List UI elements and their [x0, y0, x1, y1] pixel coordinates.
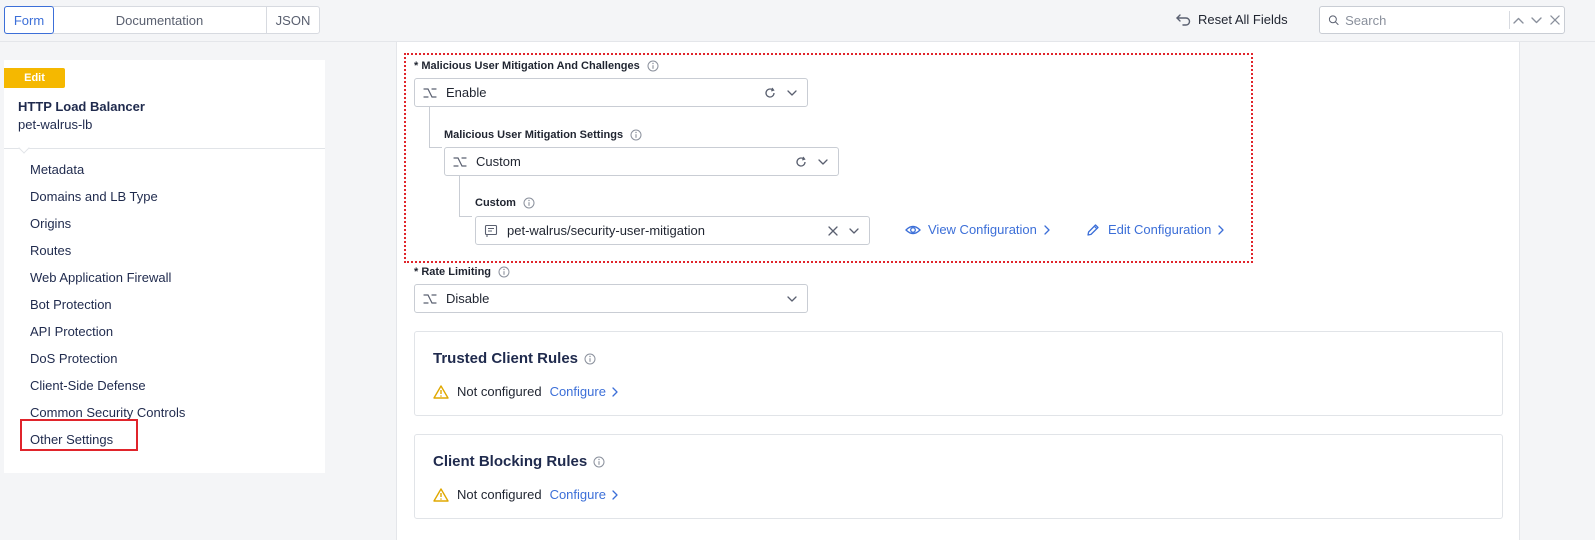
- search-input[interactable]: [1345, 12, 1506, 28]
- chevron-right-icon: [612, 489, 618, 500]
- configure-label: Configure: [549, 384, 606, 399]
- search-box: [1319, 6, 1565, 34]
- warning-icon: [433, 384, 449, 399]
- configure-label: Configure: [549, 487, 606, 502]
- sidebar-item-domains[interactable]: Domains and LB Type: [4, 183, 325, 210]
- eye-icon: [905, 225, 921, 234]
- card-status: Not configured Configure: [433, 487, 618, 502]
- tree-connector: [429, 147, 442, 148]
- reset-field-icon[interactable]: [795, 156, 807, 168]
- sidebar-divider-notch: [18, 142, 30, 154]
- info-icon[interactable]: [498, 266, 510, 278]
- object-type-title: HTTP Load Balancer: [18, 99, 145, 114]
- choice-icon: [453, 156, 467, 167]
- mitigation-select[interactable]: Enable: [414, 78, 808, 107]
- clear-icon[interactable]: [828, 225, 838, 236]
- card-title: Trusted Client Rules: [433, 350, 596, 367]
- reset-label: Reset All Fields: [1198, 12, 1288, 27]
- chevron-right-icon: [612, 386, 618, 397]
- card-title-text: Client Blocking Rules: [433, 453, 588, 470]
- chevron-down-icon: [818, 158, 828, 165]
- mitigation-label: * Malicious User Mitigation And Challeng…: [414, 60, 659, 72]
- rate-limiting-value: Disable: [446, 291, 490, 306]
- close-icon: [1550, 15, 1560, 25]
- rate-limiting-label: * Rate Limiting: [414, 266, 510, 278]
- view-configuration-label: View Configuration: [928, 222, 1037, 237]
- status-text: Not configured: [457, 384, 542, 399]
- status-text: Not configured: [457, 487, 542, 502]
- top-toolbar: Form Documentation JSON Reset All Fields: [0, 0, 1595, 42]
- sidebar-item-dos-protection[interactable]: DoS Protection: [4, 345, 325, 372]
- card-status: Not configured Configure: [433, 384, 618, 399]
- highlight-box: [20, 419, 138, 451]
- sidebar-item-bot-protection[interactable]: Bot Protection: [4, 291, 325, 318]
- sidebar-item-api-protection[interactable]: API Protection: [4, 318, 325, 345]
- reset-field-icon[interactable]: [764, 87, 776, 99]
- reset-all-fields-button[interactable]: Reset All Fields: [1175, 12, 1288, 27]
- chevron-up-icon: [1513, 17, 1525, 24]
- view-configuration-link[interactable]: View Configuration: [905, 222, 1050, 237]
- custom-object-value: pet-walrus/security-user-mitigation: [507, 223, 705, 238]
- search-icon: [1328, 15, 1339, 25]
- chevron-right-icon: [1044, 224, 1050, 235]
- custom-label: Custom: [475, 197, 535, 209]
- info-icon[interactable]: [523, 197, 535, 209]
- tab-documentation[interactable]: Documentation: [53, 7, 267, 33]
- mitigation-value: Enable: [446, 85, 487, 100]
- sidebar-item-waf[interactable]: Web Application Firewall: [4, 264, 325, 291]
- sidebar-item-origins[interactable]: Origins: [4, 210, 325, 237]
- card-title-text: Trusted Client Rules: [433, 350, 579, 367]
- pencil-icon: [1087, 223, 1099, 236]
- card-title: Client Blocking Rules: [433, 453, 605, 470]
- object-name: pet-walrus-lb: [18, 117, 93, 132]
- search-prev-button[interactable]: [1510, 7, 1528, 33]
- object-reference-icon: [484, 224, 498, 237]
- sidebar: Edit HTTP Load Balancer pet-walrus-lb Me…: [4, 60, 325, 473]
- rate-limiting-select[interactable]: Disable: [414, 284, 808, 313]
- tab-form[interactable]: Form: [4, 6, 54, 34]
- custom-label-text: Custom: [475, 197, 516, 209]
- configure-link[interactable]: Configure: [550, 384, 618, 399]
- client-blocking-rules-card: Client Blocking Rules Not configured Con…: [414, 434, 1503, 519]
- trusted-client-rules-card: Trusted Client Rules Not configured Conf…: [414, 331, 1503, 416]
- undo-icon: [1176, 13, 1191, 26]
- edit-configuration-link[interactable]: Edit Configuration: [1085, 222, 1224, 237]
- sidebar-divider: [4, 148, 325, 149]
- info-icon[interactable]: [593, 456, 605, 468]
- custom-object-select[interactable]: pet-walrus/security-user-mitigation: [475, 216, 870, 245]
- settings-label: Malicious User Mitigation Settings: [444, 129, 642, 141]
- tree-connector: [459, 176, 460, 216]
- search-next-button[interactable]: [1528, 7, 1546, 33]
- view-tabs: Form Documentation JSON: [4, 6, 320, 34]
- edit-badge: Edit: [4, 68, 65, 88]
- chevron-down-icon: [1531, 16, 1543, 23]
- sidebar-nav: Metadata Domains and LB Type Origins Rou…: [4, 156, 325, 453]
- settings-select[interactable]: Custom: [444, 147, 839, 176]
- tree-connector: [459, 216, 472, 217]
- chevron-right-icon: [1218, 224, 1224, 235]
- tab-json[interactable]: JSON: [267, 7, 319, 33]
- settings-label-text: Malicious User Mitigation Settings: [444, 129, 624, 141]
- rate-limiting-label-text: * Rate Limiting: [414, 266, 492, 278]
- edit-configuration-label: Edit Configuration: [1108, 222, 1212, 237]
- sidebar-item-routes[interactable]: Routes: [4, 237, 325, 264]
- configure-link[interactable]: Configure: [550, 487, 618, 502]
- settings-value: Custom: [476, 154, 521, 169]
- sidebar-item-metadata[interactable]: Metadata: [4, 156, 325, 183]
- info-icon[interactable]: [584, 353, 596, 365]
- sidebar-item-client-side-defense[interactable]: Client-Side Defense: [4, 372, 325, 399]
- choice-icon: [423, 87, 437, 98]
- mitigation-label-text: * Malicious User Mitigation And Challeng…: [414, 60, 640, 72]
- chevron-down-icon: [849, 227, 859, 234]
- tree-connector: [429, 107, 430, 147]
- search-close-button[interactable]: [1546, 7, 1564, 33]
- info-icon[interactable]: [647, 60, 659, 72]
- info-icon[interactable]: [630, 129, 642, 141]
- warning-icon: [433, 487, 449, 502]
- chevron-down-icon: [787, 295, 797, 302]
- chevron-down-icon: [787, 89, 797, 96]
- choice-icon: [423, 293, 437, 304]
